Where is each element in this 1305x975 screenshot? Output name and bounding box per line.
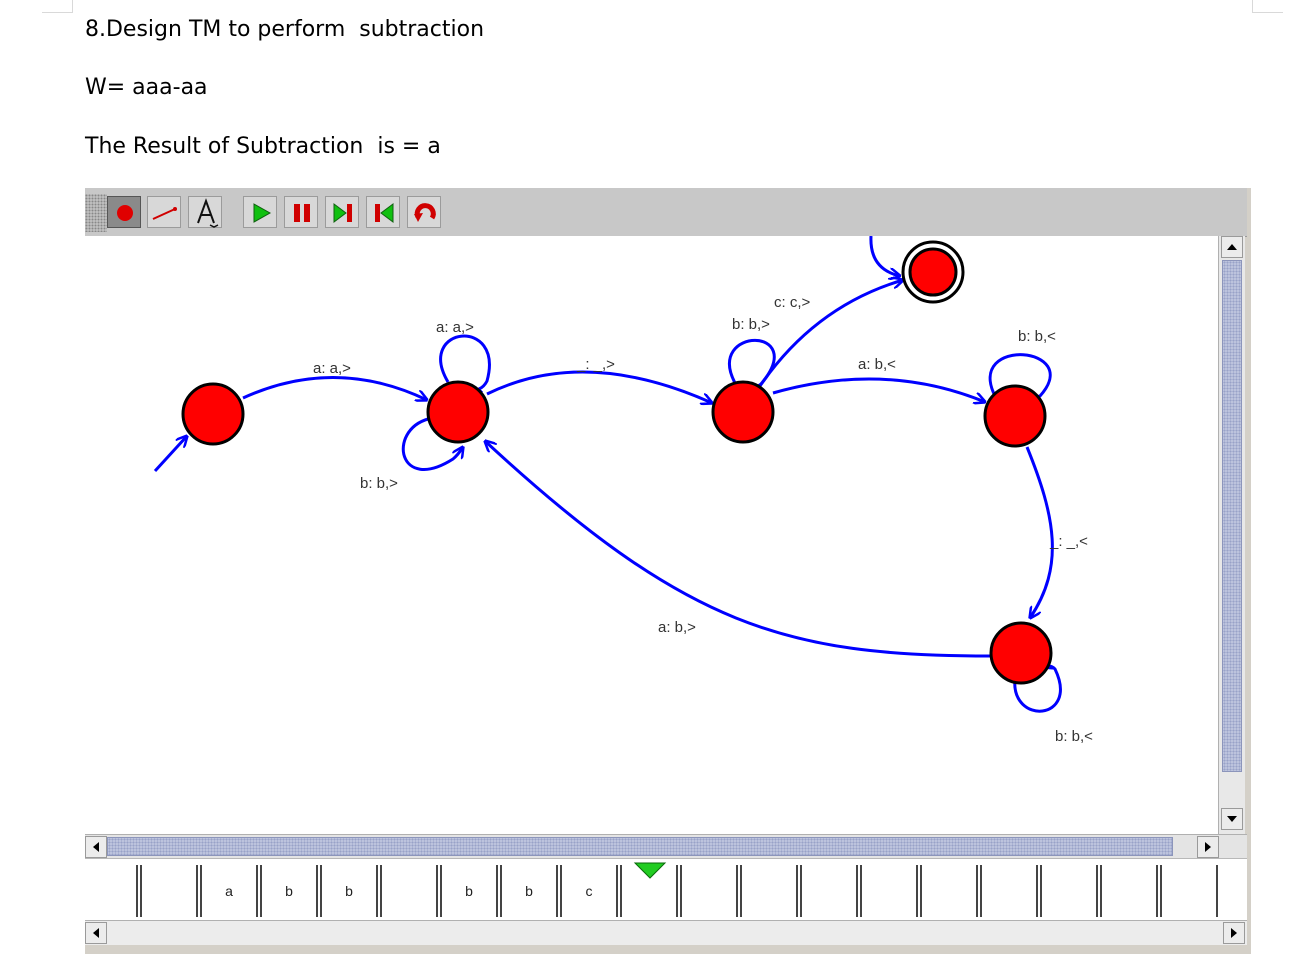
arrow-line-icon (152, 207, 177, 220)
tape-cell[interactable] (920, 865, 978, 917)
tape-scrollbar[interactable] (85, 920, 1247, 945)
step-forward-icon (333, 203, 352, 223)
scroll-left-button[interactable] (85, 836, 107, 858)
scroll-right-button[interactable] (1197, 836, 1219, 858)
label-tool-button[interactable] (188, 196, 222, 228)
scroll-up-button[interactable] (1221, 236, 1243, 258)
letter-a-icon (197, 198, 219, 228)
horizontal-scrollbar[interactable] (85, 834, 1247, 859)
pause-button[interactable] (284, 196, 318, 228)
transition-q3-q4 (1025, 446, 1054, 618)
tape-head-marker (633, 862, 667, 879)
reset-icon (414, 203, 436, 222)
tape-scroll-right-button[interactable] (1223, 922, 1245, 944)
state-qf[interactable] (908, 247, 958, 297)
reset-button[interactable] (407, 196, 441, 228)
state-q0[interactable] (181, 382, 245, 446)
label-q2-qf: c: c,> (774, 294, 811, 311)
toolbar (85, 188, 1247, 237)
tape-cell[interactable]: c (560, 865, 618, 917)
label-q3-q4: _: _,< (1049, 533, 1088, 550)
state-q1[interactable] (426, 380, 490, 444)
step-back-button[interactable] (366, 196, 400, 228)
arrow-left-icon (93, 842, 99, 852)
label-q1-loop-a: a: a,> (436, 319, 474, 336)
arrow-up-icon (1227, 244, 1237, 250)
tape: abbbbc (85, 858, 1247, 921)
start-arrow (153, 436, 187, 473)
transition-q4-q1 (485, 441, 991, 658)
tape-cell[interactable] (800, 865, 858, 917)
loop-q2 (728, 338, 776, 387)
result-text: The Result of Subtraction is = a (85, 134, 441, 159)
arrow-down-icon (1227, 816, 1237, 822)
turing-machine-simulator: a: a,> a: a,> b: b,> _: _,> b: b,> c: c,… (85, 188, 1251, 954)
tape-cell[interactable] (85, 865, 138, 917)
step-forward-button[interactable] (325, 196, 359, 228)
page-corner-mark-left (42, 0, 73, 13)
state-q4[interactable] (989, 621, 1053, 685)
tape-cell[interactable] (1040, 865, 1098, 917)
input-word: W= aaa-aa (85, 75, 208, 100)
pause-icon (294, 204, 310, 222)
vertical-scrollbar[interactable] (1218, 236, 1245, 834)
step-back-icon (375, 203, 394, 223)
red-dot-icon (117, 205, 133, 221)
tape-cell[interactable] (140, 865, 198, 917)
play-icon (253, 203, 272, 223)
loop-qf (869, 236, 900, 276)
arrow-right-icon (1205, 842, 1211, 852)
state-q2[interactable] (711, 380, 775, 444)
page-corner-mark-right (1252, 0, 1283, 13)
tape-cell[interactable] (680, 865, 738, 917)
tape-cell[interactable]: a (200, 865, 258, 917)
transition-q0-q1 (242, 376, 427, 400)
tape-cell[interactable] (1160, 865, 1218, 917)
label-q2-loop: b: b,> (732, 316, 770, 333)
label-q0-q1: a: a,> (313, 360, 351, 377)
label-q4-q1: a: b,> (658, 619, 696, 636)
vertical-scroll-thumb[interactable] (1222, 260, 1242, 772)
scroll-down-button[interactable] (1221, 808, 1243, 830)
tape-cell[interactable] (860, 865, 918, 917)
state-tool-button[interactable] (107, 196, 141, 228)
transition-q1-q2 (486, 370, 712, 403)
label-q4-loop: b: b,< (1055, 728, 1093, 745)
label-q3-loop: b: b,< (1018, 328, 1056, 345)
tape-cell[interactable] (380, 865, 438, 917)
tape-cell[interactable]: b (320, 865, 378, 917)
tape-cell[interactable] (980, 865, 1038, 917)
state-diagram: a: a,> a: a,> b: b,> _: _,> b: b,> c: c,… (153, 236, 1093, 745)
arrow-left-icon (93, 928, 99, 938)
transition-q2-q3 (772, 377, 985, 402)
label-q1-q2: _: _,> (576, 356, 615, 373)
state-q3[interactable] (983, 384, 1047, 448)
tape-scroll-left-button[interactable] (85, 922, 107, 944)
arrow-right-icon (1231, 928, 1237, 938)
tape-cell[interactable]: b (500, 865, 558, 917)
toolbar-grip[interactable] (85, 194, 107, 232)
label-q2-q3: a: b,< (858, 356, 896, 373)
tape-cell[interactable] (1100, 865, 1158, 917)
transition-tool-button[interactable] (147, 196, 181, 228)
tape-cell[interactable] (740, 865, 798, 917)
horizontal-scroll-thumb[interactable] (107, 837, 1173, 856)
tape-cell[interactable]: b (440, 865, 498, 917)
diagram-canvas[interactable]: a: a,> a: a,> b: b,> _: _,> b: b,> c: c,… (85, 236, 1218, 834)
document-title: 8.Design TM to perform subtraction (85, 17, 485, 42)
tape-cell[interactable]: b (260, 865, 318, 917)
label-q1-loop-b: b: b,> (360, 475, 398, 492)
run-button[interactable] (243, 196, 277, 228)
